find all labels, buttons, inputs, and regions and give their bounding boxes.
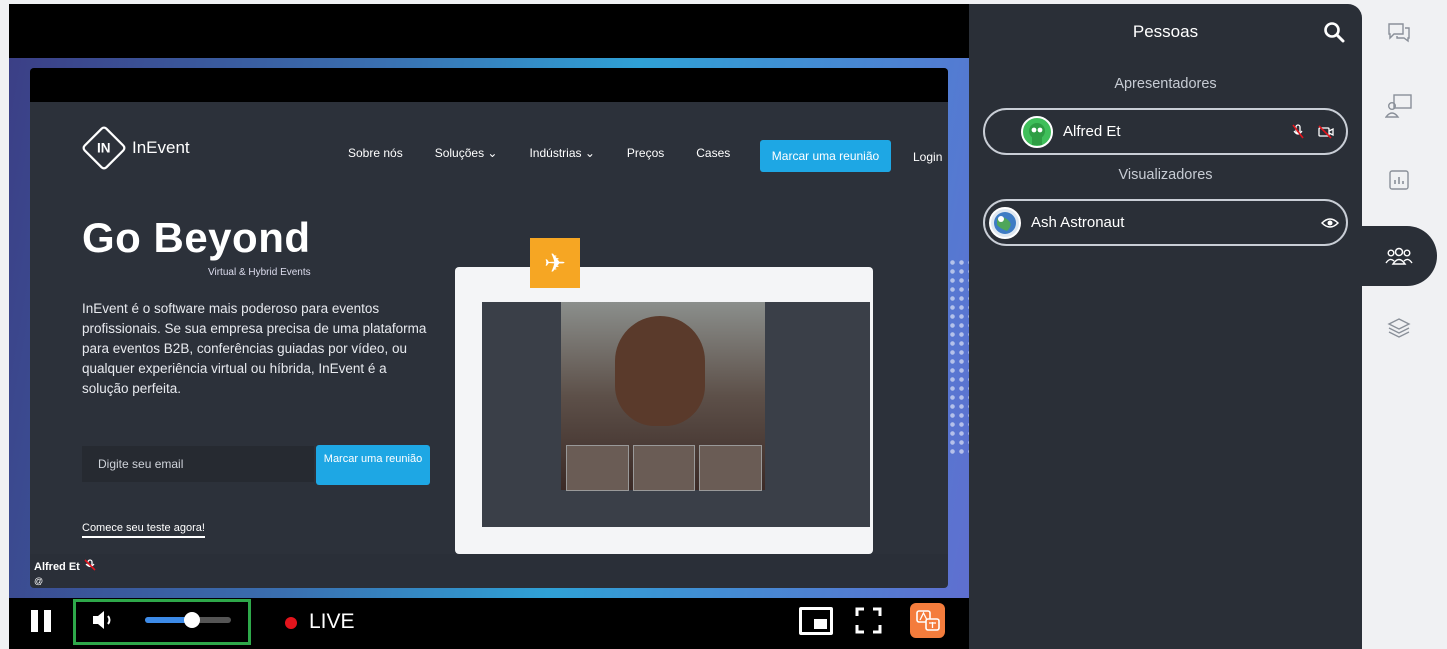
volume-icon[interactable]: [91, 608, 117, 632]
inevent-logo: IN InEvent: [80, 124, 190, 172]
viewer-card[interactable]: Ash Astronaut: [983, 199, 1348, 246]
search-icon[interactable]: [1323, 21, 1345, 43]
share-top-bar: [30, 68, 948, 102]
people-panel: Pessoas Apresentadores Alfred Et Visuali…: [969, 4, 1362, 649]
site-nav: Sobre nós Soluções ⌄ Indústrias ⌄ Preços…: [348, 146, 762, 160]
trial-link: Comece seu teste agora!: [82, 522, 205, 538]
panel-title: Pessoas: [1132, 22, 1199, 41]
nav-item: Indústrias ⌄: [529, 146, 595, 160]
hero-title: Go Beyond: [82, 214, 311, 261]
inevent-logo-mark: IN: [80, 124, 128, 172]
airplane-icon: ✈: [530, 238, 580, 288]
stage-background: IN InEvent Sobre nós Soluções ⌄ Indústri…: [9, 58, 969, 598]
shared-website: IN InEvent Sobre nós Soluções ⌄ Indústri…: [30, 102, 948, 554]
speaker-name: Alfred Et: [34, 561, 80, 573]
chat-icon[interactable]: [1384, 17, 1414, 47]
email-button-mock: Marcar uma reunião: [316, 445, 430, 485]
picture-in-picture-icon[interactable]: [799, 607, 833, 635]
camera-off-icon: [1318, 125, 1334, 139]
nav-cta-button: Marcar uma reunião: [760, 140, 891, 172]
nav-item: Cases: [696, 146, 731, 160]
presenter-card[interactable]: Alfred Et: [983, 108, 1348, 155]
avatar: [989, 207, 1021, 239]
volume-slider[interactable]: [145, 612, 231, 628]
presenters-heading: Apresentadores: [1114, 76, 1217, 92]
eye-icon: [1321, 218, 1339, 228]
brand-name: InEvent: [132, 138, 190, 157]
avatar: [1021, 116, 1053, 148]
mockup-thumbnails: [566, 445, 763, 491]
email-input-mock: Digite seu email: [82, 446, 314, 482]
mic-muted-icon: [1292, 124, 1304, 139]
nav-item: Soluções ⌄: [434, 146, 498, 160]
presenter-icon[interactable]: [1384, 91, 1414, 121]
video-player[interactable]: IN InEvent Sobre nós Soluções ⌄ Indústri…: [9, 4, 969, 649]
astronaut-avatar-icon: [994, 212, 1016, 234]
side-rail: [1362, 0, 1447, 649]
live-indicator-dot: [285, 617, 297, 629]
mockup-speaker-image: [615, 316, 705, 426]
fullscreen-icon[interactable]: [855, 607, 882, 634]
pause-icon[interactable]: [31, 610, 51, 632]
poll-icon[interactable]: [1384, 165, 1414, 195]
speaker-handle: @: [34, 576, 44, 586]
alien-avatar-icon: [1029, 123, 1045, 145]
nav-item: Sobre nós: [348, 146, 403, 160]
hero-text: InEvent é o software mais poderoso para …: [82, 301, 427, 396]
layers-icon[interactable]: [1384, 313, 1414, 343]
nav-item: Preços: [626, 146, 665, 160]
translate-glyph-icon: [915, 609, 940, 631]
app-root: IN InEvent Sobre nós Soluções ⌄ Indústri…: [0, 0, 1447, 649]
video-letterbox: [9, 4, 969, 58]
live-label: LIVE: [309, 610, 355, 633]
viewers-heading: Visualizadores: [1118, 167, 1213, 183]
person-name: Alfred Et: [1063, 123, 1121, 140]
people-icon[interactable]: [1384, 241, 1414, 271]
person-name: Ash Astronaut: [1031, 214, 1125, 231]
translate-icon[interactable]: [910, 603, 945, 638]
mic-muted-icon: [84, 559, 96, 571]
hero-subtitle: Virtual & Hybrid Events: [208, 267, 311, 278]
nav-login: Login: [913, 150, 943, 164]
player-controls: LIVE: [9, 598, 969, 649]
speaker-tag: Alfred Et @: [34, 559, 97, 588]
screen-share: IN InEvent Sobre nós Soluções ⌄ Indústri…: [30, 68, 948, 588]
rail-item-people-active[interactable]: [1362, 226, 1437, 286]
